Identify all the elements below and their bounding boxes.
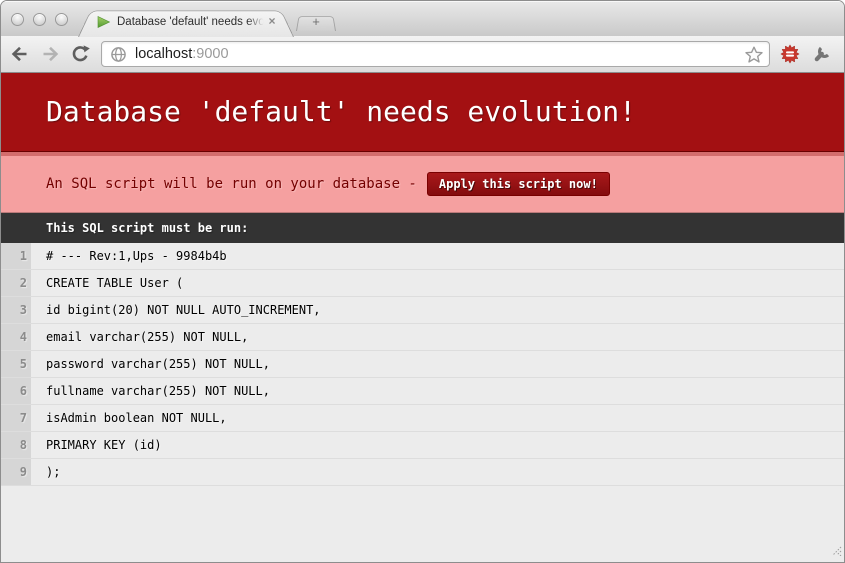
detail-banner: An SQL script will be run on your databa… (1, 152, 844, 213)
code-text: isAdmin boolean NOT NULL, (46, 410, 227, 426)
bookmark-star-icon[interactable] (744, 45, 764, 70)
page-title: Database 'default' needs evolution! (1, 73, 844, 152)
script-heading: This SQL script must be run: (1, 213, 844, 243)
script-line-row: 2 CREATE TABLE User ( (1, 270, 844, 297)
script-line-row: 5 password varchar(255) NOT NULL, (1, 351, 844, 378)
tab-title: Database 'default' needs evol (117, 16, 265, 28)
line-number: 5 (1, 351, 31, 377)
script-line-row: 4 email varchar(255) NOT NULL, (1, 324, 844, 351)
browser-tab[interactable]: Database 'default' needs evol × (87, 7, 285, 37)
url-host: localhost (135, 46, 192, 62)
back-arrow-icon (10, 44, 30, 64)
tab-close-icon[interactable]: × (265, 15, 279, 29)
back-button[interactable] (7, 41, 33, 67)
code-text: id bigint(20) NOT NULL AUTO_INCREMENT, (46, 302, 321, 318)
script-line-row: 6 fullname varchar(255) NOT NULL, (1, 378, 844, 405)
globe-icon (110, 46, 127, 63)
line-number: 2 (1, 270, 31, 296)
script-line-row: 9 ); (1, 459, 844, 486)
address-bar[interactable]: localhost:9000 (101, 41, 770, 67)
extension-badge-icon[interactable] (778, 42, 802, 66)
toolbar-right-actions (778, 42, 844, 66)
line-number: 3 (1, 297, 31, 323)
line-number: 1 (1, 243, 31, 269)
window-minimize-button[interactable] (33, 13, 46, 26)
window-zoom-button[interactable] (55, 13, 68, 26)
script-line-row: 8 PRIMARY KEY (id) (1, 432, 844, 459)
window-close-button[interactable] (11, 13, 24, 26)
script-line-row: 7 isAdmin boolean NOT NULL, (1, 405, 844, 432)
traffic-lights (11, 13, 68, 26)
forward-button[interactable] (37, 41, 63, 67)
code-text: PRIMARY KEY (id) (46, 437, 162, 453)
apply-script-button[interactable]: Apply this script now! (427, 172, 610, 196)
line-number: 8 (1, 432, 31, 458)
code-text: fullname varchar(255) NOT NULL, (46, 383, 270, 399)
line-number: 4 (1, 324, 31, 350)
forward-arrow-icon (40, 44, 60, 64)
page-content: Database 'default' needs evolution! An S… (1, 73, 844, 562)
reload-icon (70, 44, 90, 64)
code-text: CREATE TABLE User ( (46, 275, 183, 291)
resize-grip[interactable] (830, 541, 842, 560)
wrench-menu-icon[interactable] (810, 42, 834, 66)
script-line-row: 3 id bigint(20) NOT NULL AUTO_INCREMENT, (1, 297, 844, 324)
line-number: 9 (1, 459, 31, 485)
code-text: # --- Rev:1,Ups - 9984b4b (46, 248, 227, 264)
browser-toolbar: localhost:9000 (1, 36, 844, 73)
line-number: 6 (1, 378, 31, 404)
code-text: ); (46, 464, 60, 480)
url-text: localhost:9000 (135, 46, 229, 62)
browser-window: Database 'default' needs evol × + (0, 0, 845, 563)
line-number: 7 (1, 405, 31, 431)
new-tab-button[interactable]: + (301, 14, 331, 31)
script-rows: 1 # --- Rev:1,Ups - 9984b4b 2 CREATE TAB… (1, 243, 844, 486)
play-favicon-icon (95, 14, 111, 30)
code-text: email varchar(255) NOT NULL, (46, 329, 248, 345)
window-titlebar[interactable]: Database 'default' needs evol × + (1, 1, 844, 36)
url-port: :9000 (192, 46, 228, 62)
code-text: password varchar(255) NOT NULL, (46, 356, 270, 372)
reload-button[interactable] (67, 41, 93, 67)
plus-icon: + (301, 14, 331, 30)
script-line-row: 1 # --- Rev:1,Ups - 9984b4b (1, 243, 844, 270)
detail-text: An SQL script will be run on your databa… (46, 176, 417, 192)
